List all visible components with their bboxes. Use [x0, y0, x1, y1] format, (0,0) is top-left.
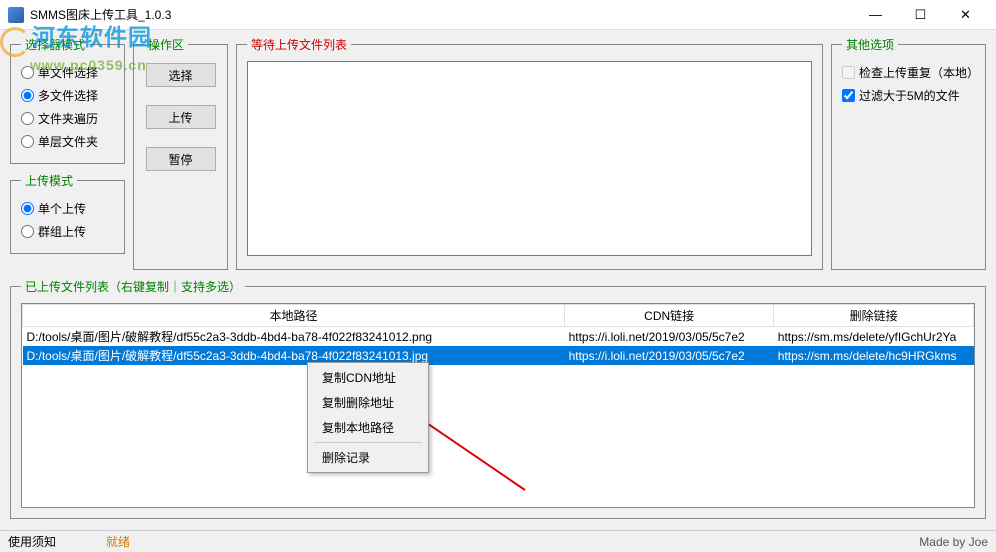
waiting-list-group: 等待上传文件列表: [236, 36, 823, 270]
menu-copy-cdn[interactable]: 复制CDN地址: [310, 365, 426, 390]
credit-label: Made by Joe: [919, 535, 988, 549]
operation-group: 操作区 选择 上传 暂停: [133, 36, 228, 270]
check-duplicate[interactable]: 检查上传重复（本地）: [842, 61, 975, 84]
upload-button[interactable]: 上传: [146, 105, 216, 129]
menu-copy-local[interactable]: 复制本地路径: [310, 415, 426, 440]
operation-legend: 操作区: [144, 36, 188, 53]
radio-multi-file[interactable]: 多文件选择: [21, 84, 114, 107]
app-icon: [8, 7, 24, 23]
table-row[interactable]: D:/tools/桌面/图片/破解教程/df55c2a3-3ddb-4bd4-b…: [23, 346, 974, 365]
radio-upload-group[interactable]: 群组上传: [21, 220, 114, 243]
maximize-button[interactable]: ☐: [898, 1, 943, 29]
check-filter-5m[interactable]: 过滤大于5M的文件: [842, 84, 975, 107]
upload-mode-group: 上传模式 单个上传 群组上传: [10, 172, 125, 254]
menu-delete-record[interactable]: 删除记录: [310, 445, 426, 470]
usage-link[interactable]: 使用须知: [8, 533, 56, 550]
select-mode-group: 选择器模式 单文件选择 多文件选择 文件夹遍历 单层文件夹: [10, 36, 125, 164]
minimize-button[interactable]: —: [853, 1, 898, 29]
upload-mode-legend: 上传模式: [21, 172, 77, 189]
radio-upload-single[interactable]: 单个上传: [21, 197, 114, 220]
other-options-legend: 其他选项: [842, 36, 898, 53]
col-cdn-link[interactable]: CDN链接: [565, 305, 774, 327]
uploaded-list-group: 已上传文件列表（右键复制｜支持多选） 本地路径 CDN链接 删除链接 D:/to…: [10, 278, 986, 519]
menu-separator: [314, 442, 422, 443]
pause-button[interactable]: 暂停: [146, 147, 216, 171]
close-button[interactable]: ✕: [943, 1, 988, 29]
other-options-group: 其他选项 检查上传重复（本地） 过滤大于5M的文件: [831, 36, 986, 270]
col-local-path[interactable]: 本地路径: [23, 305, 565, 327]
waiting-list-legend: 等待上传文件列表: [247, 36, 351, 53]
uploaded-table[interactable]: 本地路径 CDN链接 删除链接 D:/tools/桌面/图片/破解教程/df55…: [22, 304, 974, 365]
context-menu: 复制CDN地址 复制删除地址 复制本地路径 删除记录: [307, 362, 429, 473]
select-button[interactable]: 选择: [146, 63, 216, 87]
statusbar: 使用须知 就绪 Made by Joe: [0, 530, 996, 552]
uploaded-list-legend: 已上传文件列表（右键复制｜支持多选）: [21, 278, 245, 295]
titlebar: SMMS图床上传工具_1.0.3 — ☐ ✕: [0, 0, 996, 30]
radio-folder-flat[interactable]: 单层文件夹: [21, 130, 114, 153]
radio-folder-recursive[interactable]: 文件夹遍历: [21, 107, 114, 130]
window-title: SMMS图床上传工具_1.0.3: [30, 6, 853, 23]
status-ready: 就绪: [106, 533, 130, 550]
waiting-list-textarea[interactable]: [247, 61, 812, 256]
radio-single-file[interactable]: 单文件选择: [21, 61, 114, 84]
col-delete-link[interactable]: 删除链接: [774, 305, 974, 327]
menu-copy-delete[interactable]: 复制删除地址: [310, 390, 426, 415]
select-mode-legend: 选择器模式: [21, 36, 89, 53]
window-controls: — ☐ ✕: [853, 1, 988, 29]
table-row[interactable]: D:/tools/桌面/图片/破解教程/df55c2a3-3ddb-4bd4-b…: [23, 327, 974, 347]
